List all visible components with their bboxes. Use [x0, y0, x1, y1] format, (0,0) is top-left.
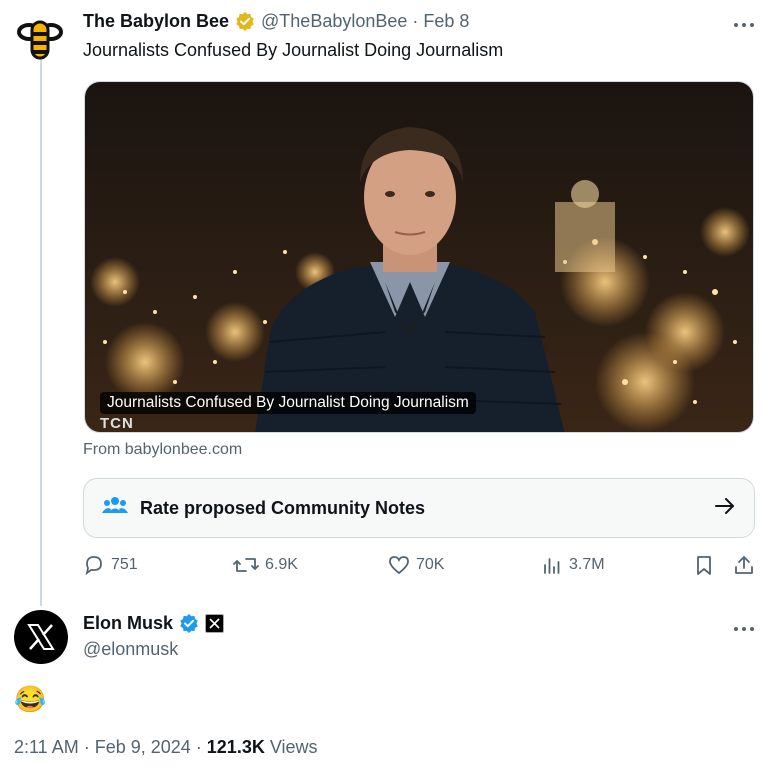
repost-icon — [233, 558, 259, 572]
card-title-overlay: Journalists Confused By Journalist Doing… — [100, 392, 476, 414]
like-button[interactable]: 70K — [388, 554, 444, 576]
thread-connector-line — [40, 58, 42, 606]
repost-button[interactable]: 6.9K — [233, 554, 298, 576]
link-card-image[interactable] — [84, 81, 754, 433]
card-source[interactable]: From babylonbee.com — [83, 441, 242, 459]
views-button[interactable]: 3.7M — [541, 554, 605, 576]
verified-blue-badge-icon[interactable] — [179, 613, 199, 633]
bookmark-icon — [697, 556, 711, 575]
arrow-right-icon — [714, 497, 736, 520]
rate-community-notes-button[interactable]: Rate proposed Community Notes — [83, 478, 755, 538]
reply-button[interactable]: 751 — [83, 554, 138, 576]
tweet2-views-label: Views — [264, 737, 318, 757]
analytics-icon — [544, 558, 560, 574]
more-options-icon[interactable] — [733, 16, 755, 34]
display-name-2[interactable]: Elon Musk — [83, 613, 173, 634]
tweet2-timestamp[interactable]: 2:11 AM · Feb 9, 2024 · — [14, 737, 207, 757]
x-affiliate-badge-icon[interactable] — [205, 613, 225, 633]
bookmark-button[interactable] — [693, 554, 715, 576]
views-count: 3.7M — [569, 556, 605, 573]
tweet-date[interactable]: · Feb 8 — [412, 11, 469, 32]
babylon-bee-avatar[interactable] — [12, 10, 68, 66]
handle[interactable]: @TheBabylonBee — [261, 11, 407, 32]
verified-gold-badge-icon[interactable] — [235, 11, 255, 31]
tcn-watermark: TCN — [100, 415, 134, 432]
reply-count: 751 — [111, 556, 138, 573]
tweet2-text: 😂 — [14, 684, 47, 714]
x-logo-icon — [27, 624, 55, 650]
tweet2-meta: 2:11 AM · Feb 9, 2024 · 121.3K Views — [14, 737, 318, 758]
share-button[interactable] — [733, 554, 755, 576]
handle-2[interactable]: @elonmusk — [83, 639, 178, 660]
reply-icon — [85, 556, 102, 576]
heart-icon — [389, 556, 409, 575]
elon-musk-avatar[interactable] — [14, 610, 68, 664]
more-options-icon-2[interactable] — [733, 620, 755, 638]
like-count: 70K — [416, 556, 445, 573]
tweet2-views-count: 121.3K — [206, 737, 265, 757]
tweet2-header: Elon Musk — [83, 611, 225, 635]
display-name[interactable]: The Babylon Bee — [83, 11, 229, 32]
share-icon — [735, 556, 753, 574]
repost-count: 6.9K — [265, 556, 298, 573]
community-notes-label: Rate proposed Community Notes — [140, 497, 426, 518]
people-icon — [102, 495, 128, 522]
tweet-header: The Babylon Bee @TheBabylonBee · Feb 8 — [83, 9, 469, 33]
tweet-action-bar: 751 6.9K 70K 3.7M — [83, 554, 755, 582]
tweet-text: Journalists Confused By Journalist Doing… — [83, 40, 504, 60]
